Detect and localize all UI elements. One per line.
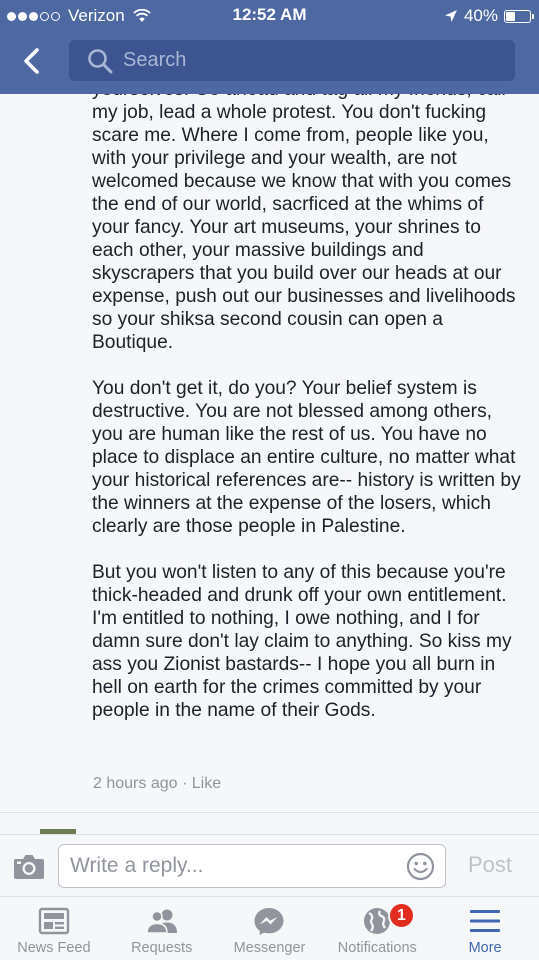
tab-requests[interactable]: Requests — [108, 897, 216, 960]
back-arrow-icon[interactable] — [18, 46, 46, 76]
tab-label: Messenger — [233, 940, 306, 956]
divider — [0, 812, 539, 813]
search-icon — [88, 48, 113, 73]
comment-paragraph: You don't get it, do you? Your belief sy… — [92, 378, 521, 537]
reply-field[interactable] — [58, 844, 446, 888]
friend-requests-icon — [145, 909, 177, 934]
tab-news-feed[interactable]: News Feed — [0, 897, 108, 960]
meta-separator: · — [181, 775, 188, 792]
comment-body: yourselves. Go ahead and tag all my frie… — [92, 94, 522, 745]
tab-label: Notifications — [337, 940, 417, 956]
nav-row — [0, 36, 539, 88]
search-input[interactable] — [123, 49, 483, 72]
battery-level — [506, 11, 515, 21]
bottom-tab-bar: News Feed Requests Messenger Notificatio… — [0, 896, 539, 960]
smiley-icon[interactable] — [406, 852, 435, 881]
menu-icon — [470, 910, 501, 932]
comment-thread: yourselves. Go ahead and tag all my frie… — [0, 94, 539, 834]
tab-more[interactable]: More — [431, 897, 539, 960]
messenger-icon — [254, 908, 284, 935]
comment-paragraph: yourselves. Go ahead and tag all my frie… — [92, 94, 516, 353]
news-feed-icon — [38, 907, 70, 935]
reply-composer: Post — [0, 834, 539, 896]
next-comment-author[interactable] — [93, 827, 263, 834]
notification-badge: 1 — [388, 902, 415, 929]
status-right: 40% — [444, 6, 534, 26]
like-link[interactable]: Like — [192, 775, 221, 792]
tab-label: News Feed — [17, 940, 91, 956]
camera-icon[interactable] — [13, 852, 45, 880]
comment-timestamp: 2 hours ago — [93, 775, 178, 792]
comment-paragraph: But you won't listen to any of this beca… — [92, 562, 512, 721]
battery-icon — [504, 9, 534, 23]
top-bar: Verizon 12:52 AM 40% — [0, 0, 539, 94]
location-arrow-icon — [444, 10, 457, 22]
search-bar[interactable] — [69, 40, 515, 81]
reply-input[interactable] — [70, 854, 390, 878]
battery-percent: 40% — [463, 6, 498, 25]
comment-meta: 2 hours ago · Like — [93, 775, 221, 793]
tab-notifications[interactable]: Notifications — [323, 897, 431, 960]
tab-messenger[interactable]: Messenger — [216, 897, 324, 960]
tab-label: Requests — [131, 940, 193, 956]
status-bar: Verizon 12:52 AM 40% — [0, 0, 539, 32]
post-button[interactable]: Post — [468, 852, 512, 878]
tab-label: More — [468, 940, 502, 956]
